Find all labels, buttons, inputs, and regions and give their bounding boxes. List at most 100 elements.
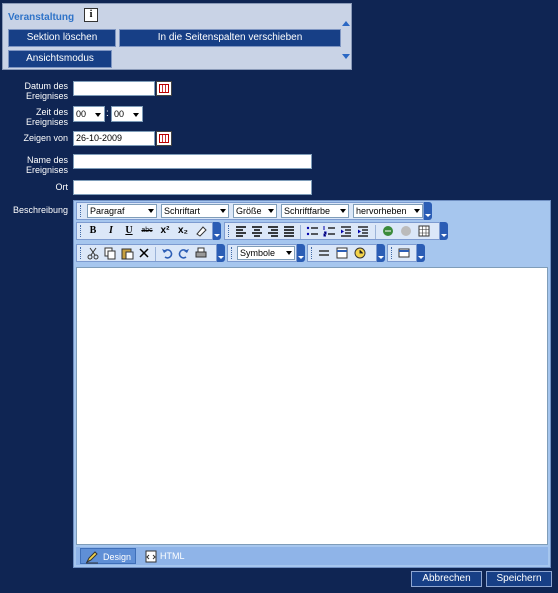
symbols-select[interactable]: Symbole	[237, 246, 295, 260]
show-from-calendar-icon[interactable]	[156, 131, 172, 146]
outdent-icon[interactable]	[339, 224, 353, 238]
toolbar-grip[interactable]	[80, 205, 84, 217]
align-right-icon[interactable]	[266, 224, 280, 238]
date-label: Datum des Ereignises	[24, 81, 68, 101]
print-icon[interactable]	[194, 246, 208, 260]
chevron-down-icon	[220, 209, 226, 213]
minute-value: 00	[114, 109, 125, 119]
editor-mode-tabs: Design HTML	[76, 547, 548, 565]
subscript-icon[interactable]: x₂	[176, 224, 190, 238]
justify-icon[interactable]	[282, 224, 296, 238]
toolbar-options-icon[interactable]	[424, 202, 432, 220]
paragraph-toolbar	[224, 222, 440, 240]
align-center-icon[interactable]	[250, 224, 264, 238]
toolbar-separator	[300, 225, 301, 239]
bold-icon[interactable]: B	[86, 224, 100, 238]
align-left-icon[interactable]	[234, 224, 248, 238]
save-button[interactable]: Speichern	[486, 571, 552, 587]
tab-html-label: HTML	[160, 551, 185, 561]
toolbar-separator	[155, 247, 156, 261]
chevron-down-icon	[133, 113, 139, 117]
cancel-button[interactable]: Abbrechen	[411, 571, 482, 587]
format-toolbar: Paragraf Schriftart Größe Schriftfarbe h…	[76, 202, 424, 220]
bullet-list-icon[interactable]	[305, 224, 319, 238]
description-label: Beschreibung	[12, 205, 68, 215]
chevron-down-icon	[268, 209, 274, 213]
toolbar-options-icon[interactable]	[417, 244, 425, 262]
toolbar-options-icon[interactable]	[377, 244, 385, 262]
paragraph-select[interactable]: Paragraf	[87, 204, 157, 218]
move-down-arrow-icon[interactable]	[342, 54, 350, 59]
insert-time-icon[interactable]	[353, 246, 367, 260]
place-label: Ort	[55, 182, 69, 192]
strikethrough-icon[interactable]: abc	[140, 224, 154, 238]
insert-date-icon[interactable]	[335, 246, 349, 260]
toolbar-separator	[375, 225, 376, 239]
font-color-value: Schriftfarbe	[284, 206, 331, 216]
italic-icon[interactable]: I	[104, 224, 118, 238]
move-to-sidebar-button[interactable]: In die Seitenspalten verschieben	[119, 29, 341, 47]
toolbar-grip[interactable]	[80, 225, 84, 237]
link-icon[interactable]	[381, 224, 395, 238]
size-select[interactable]: Größe	[233, 204, 277, 218]
view-mode-button[interactable]: Ansichtsmodus	[8, 50, 112, 68]
font-select[interactable]: Schriftart	[161, 204, 229, 218]
section-title: Veranstaltung	[8, 12, 75, 23]
date-input[interactable]	[73, 81, 155, 96]
highlight-select[interactable]: hervorheben	[353, 204, 423, 218]
style-toolbar: B I U abc x² x₂	[76, 222, 213, 240]
name-input[interactable]	[73, 154, 312, 169]
time-separator: :	[106, 108, 109, 119]
pencil-icon	[85, 550, 99, 569]
show-from-input[interactable]: 26-10-2009	[73, 131, 155, 146]
info-icon[interactable]: i	[84, 8, 98, 22]
chevron-down-icon	[286, 251, 292, 255]
editor-content-area[interactable]	[76, 267, 548, 545]
toolbar-grip[interactable]	[231, 247, 235, 259]
view-toolbar	[387, 244, 417, 262]
delete-section-button[interactable]: Sektion löschen	[8, 29, 116, 47]
toolbar-grip[interactable]	[391, 247, 395, 259]
time-label: Zeit des Ereignises	[25, 107, 68, 127]
unlink-icon[interactable]	[399, 224, 413, 238]
minute-select[interactable]: 00	[111, 106, 143, 122]
toolbar-options-icon[interactable]	[213, 222, 221, 240]
fullscreen-icon[interactable]	[397, 246, 411, 260]
move-up-arrow-icon[interactable]	[342, 21, 350, 26]
font-color-select[interactable]: Schriftfarbe	[281, 204, 349, 218]
underline-icon[interactable]: U	[122, 224, 136, 238]
tab-html[interactable]: HTML	[140, 548, 200, 564]
show-from-label: Zeigen von	[23, 133, 68, 143]
cut-icon[interactable]	[86, 246, 100, 260]
date-calendar-icon[interactable]	[156, 81, 172, 96]
rich-text-editor: Paragraf Schriftart Größe Schriftfarbe h…	[73, 200, 551, 568]
table-icon[interactable]	[417, 224, 431, 238]
numbered-list-icon[interactable]	[322, 224, 336, 238]
chevron-down-icon	[414, 209, 420, 213]
toolbar-grip[interactable]	[311, 247, 315, 259]
superscript-icon[interactable]: x²	[158, 224, 172, 238]
indent-icon[interactable]	[356, 224, 370, 238]
copy-icon[interactable]	[103, 246, 117, 260]
name-label: Name des Ereignises	[25, 155, 68, 175]
redo-icon[interactable]	[177, 246, 191, 260]
tab-design[interactable]: Design	[80, 548, 136, 564]
chevron-down-icon	[340, 209, 346, 213]
undo-icon[interactable]	[160, 246, 174, 260]
delete-icon[interactable]	[137, 246, 151, 260]
eraser-icon[interactable]	[194, 224, 208, 238]
toolbar-options-icon[interactable]	[297, 244, 305, 262]
highlight-value: hervorheben	[356, 206, 407, 216]
paste-icon[interactable]	[120, 246, 134, 260]
toolbar-options-icon[interactable]	[217, 244, 225, 262]
tab-design-label: Design	[103, 552, 132, 562]
hour-select[interactable]: 00	[73, 106, 105, 122]
toolbar-grip[interactable]	[228, 225, 232, 237]
font-value: Schriftart	[164, 206, 201, 216]
chevron-down-icon	[95, 113, 101, 117]
place-input[interactable]	[73, 180, 312, 195]
horizontal-rule-icon[interactable]	[317, 246, 331, 260]
symbols-value: Symbole	[240, 248, 276, 258]
toolbar-grip[interactable]	[80, 247, 84, 259]
toolbar-options-icon[interactable]	[440, 222, 448, 240]
